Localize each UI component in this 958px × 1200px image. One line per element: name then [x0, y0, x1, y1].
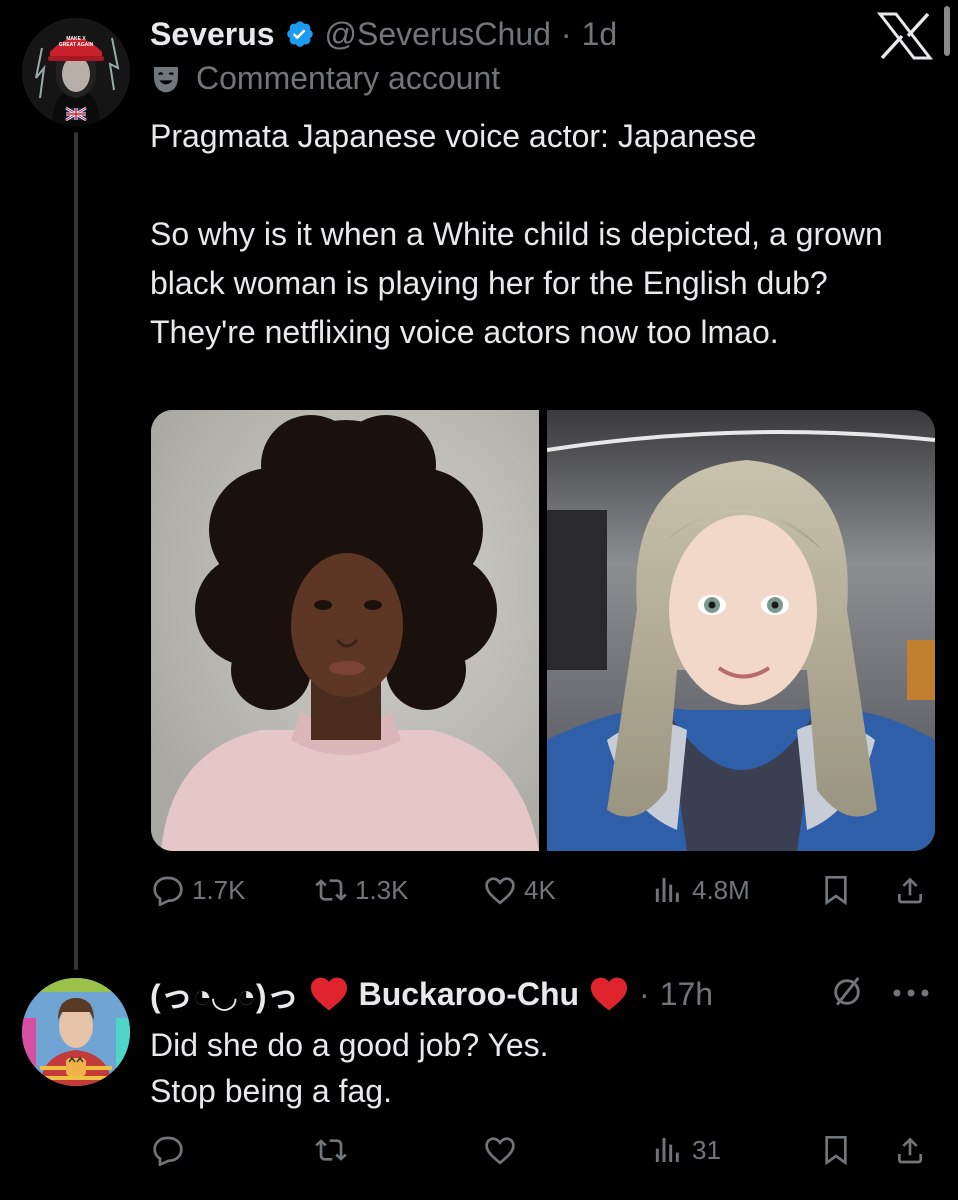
- reply-icon: [153, 1136, 183, 1166]
- repost-button[interactable]: 1.3K: [315, 874, 409, 906]
- media-grid[interactable]: [151, 410, 935, 851]
- like-icon: [485, 1137, 515, 1165]
- reply-display-name[interactable]: Buckaroo-Chu: [359, 976, 579, 1013]
- kaomoji[interactable]: (っ◔◡◔)っ: [150, 971, 299, 1017]
- photo-voice-actor[interactable]: [151, 410, 539, 851]
- reply-button[interactable]: 1.7K: [152, 874, 246, 906]
- reply-avatar-image: [22, 978, 130, 1086]
- account-label: Commentary account: [150, 60, 500, 97]
- reply-timestamp[interactable]: 17h: [660, 976, 713, 1013]
- repost-icon: [315, 879, 347, 901]
- tweet-text: Pragmata Japanese voice actor: Japanese …: [150, 118, 883, 350]
- photo-girl-character-image: [547, 410, 935, 851]
- repost-count: 1.3K: [355, 874, 409, 905]
- photo-game-character[interactable]: [547, 410, 935, 851]
- repost-icon: [315, 1139, 347, 1161]
- heart-emoji-icon: [310, 977, 347, 1011]
- reply-header: (っ◔◡◔)っ Buckaroo-Chu · 17h: [150, 970, 713, 1018]
- timestamp[interactable]: 1d: [582, 16, 618, 53]
- theater-mask-icon: [154, 66, 178, 92]
- reply-count: 1.7K: [192, 874, 246, 905]
- heart-emoji-icon: [591, 977, 628, 1011]
- reply-reply-button[interactable]: [152, 1134, 184, 1166]
- tweet-header: Severus @SeverusChud · 1d: [150, 12, 617, 56]
- account-label-text: Commentary account: [196, 60, 501, 96]
- share-button[interactable]: [894, 874, 926, 906]
- verified-icon: [286, 21, 313, 47]
- thread-line: [74, 132, 78, 970]
- reply-views-count: 31: [692, 1134, 721, 1165]
- like-button[interactable]: 4K: [484, 874, 556, 906]
- reply-text: Did she do a good job? Yes. Stop being a…: [150, 1027, 549, 1109]
- display-name[interactable]: Severus: [150, 16, 275, 53]
- views-icon: [655, 878, 679, 902]
- x-logo-icon[interactable]: [876, 12, 934, 60]
- avatar[interactable]: MAKE X GREAT AGAIN: [22, 18, 130, 126]
- bookmark-button[interactable]: [820, 874, 852, 906]
- bookmark-icon: [825, 876, 847, 906]
- reply-share-button[interactable]: [894, 1134, 926, 1166]
- reply-like-button[interactable]: [484, 1134, 516, 1166]
- views-button[interactable]: 4.8M: [652, 874, 750, 906]
- share-icon: [898, 1137, 922, 1164]
- separator: ·: [560, 15, 572, 52]
- more-icon[interactable]: [890, 985, 932, 1001]
- reply-bookmark-button[interactable]: [820, 1134, 852, 1166]
- avatar-image: MAKE X GREAT AGAIN: [22, 18, 130, 126]
- mute-icon[interactable]: [830, 975, 864, 1009]
- handle[interactable]: @SeverusChud: [325, 16, 551, 53]
- reply-views-button[interactable]: 31: [652, 1134, 721, 1166]
- reply-separator: ·: [639, 975, 650, 1012]
- reply-avatar[interactable]: [22, 978, 130, 1086]
- bookmark-icon: [825, 1136, 847, 1166]
- reply-icon: [153, 876, 183, 906]
- photo-woman-image: [151, 410, 539, 851]
- views-icon: [655, 1138, 679, 1162]
- like-icon: [485, 877, 515, 905]
- scrollbar[interactable]: [944, 6, 950, 56]
- share-icon: [898, 877, 922, 904]
- reply-repost-button[interactable]: [315, 1134, 347, 1166]
- like-count: 4K: [524, 874, 556, 905]
- hat-text-line2: GREAT AGAIN: [59, 42, 94, 48]
- views-count: 4.8M: [692, 874, 750, 905]
